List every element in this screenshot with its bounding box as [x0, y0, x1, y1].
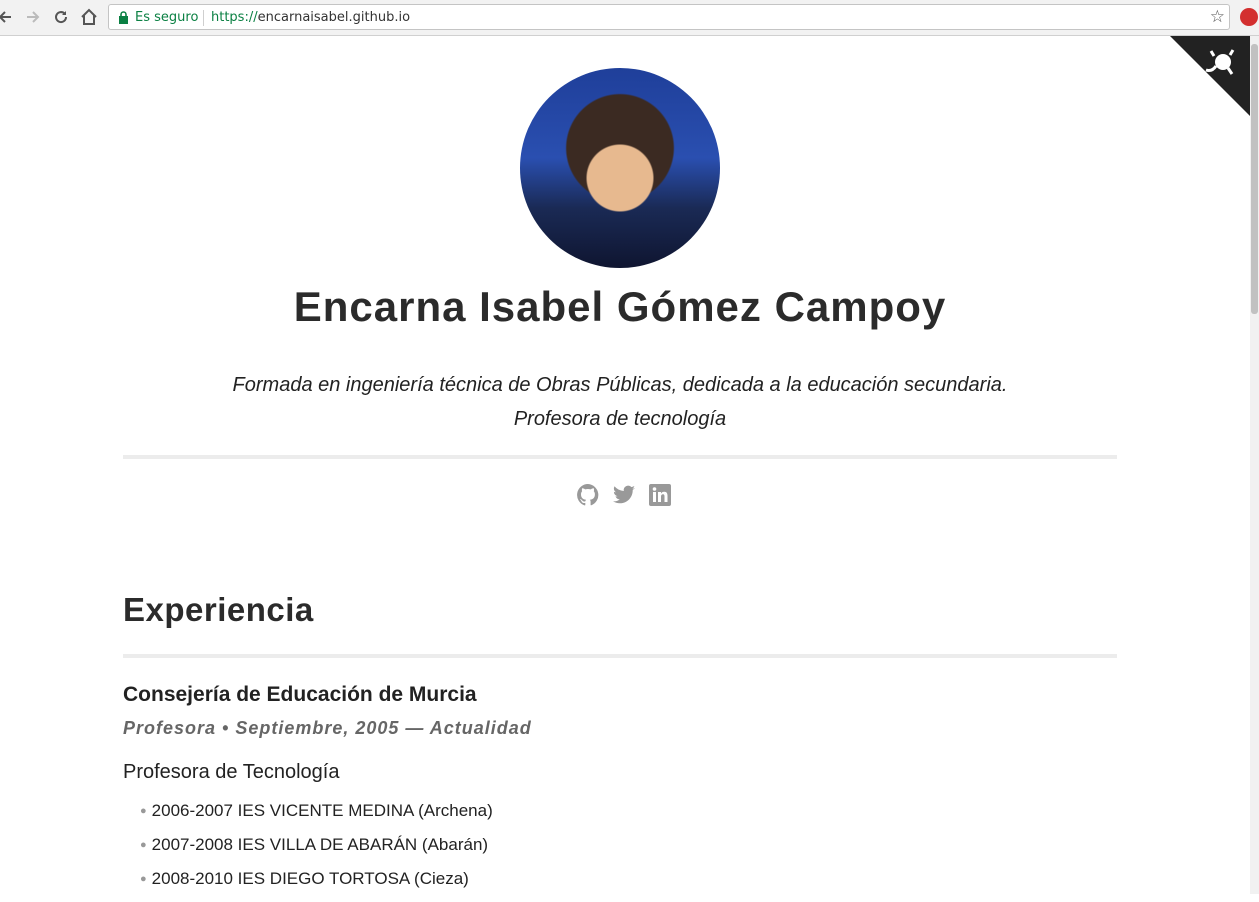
position-text: 2006-2007 IES VICENTE MEDINA (Archena) — [151, 801, 493, 820]
back-arrow-icon — [0, 11, 11, 23]
role-and-dates: Profesora • Septiembre, 2005 — Actualida… — [123, 718, 532, 738]
reload-icon — [55, 11, 68, 24]
profile-avatar — [520, 68, 720, 268]
profile-name: Encarna Isabel Gómez Campoy — [293, 283, 947, 330]
reload-button[interactable] — [50, 6, 72, 28]
back-button[interactable] — [0, 6, 16, 28]
experience-heading: Experiencia — [123, 591, 314, 628]
lock-icon — [119, 11, 128, 24]
forward-arrow-icon — [27, 11, 40, 23]
scrollbar[interactable] — [1250, 36, 1259, 894]
bullet-icon: ● — [140, 839, 147, 851]
bullet-icon: ● — [140, 873, 147, 885]
social-links — [576, 483, 672, 507]
extension-icon[interactable] — [1240, 8, 1258, 26]
address-bar[interactable]: Es seguro https://encarnaisabel.github.i… — [108, 4, 1230, 30]
url-host: encarnaisabel.github.io — [257, 10, 411, 25]
experience-divider — [123, 654, 1117, 658]
list-item: ● 2007-2008 IES VILLA DE ABARÁN (Abarán) — [140, 834, 493, 868]
url-text: https://encarnaisabel.github.io — [211, 10, 410, 25]
twitter-icon[interactable] — [612, 483, 636, 507]
omnibox-divider — [203, 10, 204, 26]
job-subtitle: Profesora de Tecnología — [123, 761, 340, 783]
github-icon[interactable] — [576, 483, 600, 507]
url-scheme: https:// — [211, 10, 258, 25]
tagline-line-1: Formada en ingeniería técnica de Obras P… — [232, 374, 1008, 396]
positions-list: ● 2006-2007 IES VICENTE MEDINA (Archena) … — [140, 800, 493, 902]
secure-label: Es seguro — [135, 10, 199, 25]
github-corner-icon[interactable] — [1170, 36, 1250, 116]
linkedin-icon[interactable] — [648, 483, 672, 507]
home-icon — [81, 8, 97, 25]
position-text: 2008-2010 IES DIEGO TORTOSA (Cieza) — [151, 869, 469, 888]
list-item: ● 2008-2010 IES DIEGO TORTOSA (Cieza) — [140, 868, 493, 902]
bullet-icon: ● — [140, 805, 147, 817]
browser-toolbar: Es seguro https://encarnaisabel.github.i… — [0, 0, 1259, 36]
list-item: ● 2006-2007 IES VICENTE MEDINA (Archena) — [140, 800, 493, 834]
home-button[interactable] — [78, 6, 100, 28]
header-divider — [123, 455, 1117, 459]
employer-name: Consejería de Educación de Murcia — [123, 683, 477, 706]
bookmark-star-icon[interactable]: ☆ — [1210, 7, 1225, 27]
scrollbar-thumb[interactable] — [1251, 44, 1258, 314]
tagline-line-2: Profesora de tecnología — [513, 408, 727, 430]
position-text: 2007-2008 IES VILLA DE ABARÁN (Abarán) — [151, 835, 489, 854]
forward-button[interactable] — [22, 6, 44, 28]
profile-tagline: Formada en ingeniería técnica de Obras P… — [0, 368, 1240, 436]
